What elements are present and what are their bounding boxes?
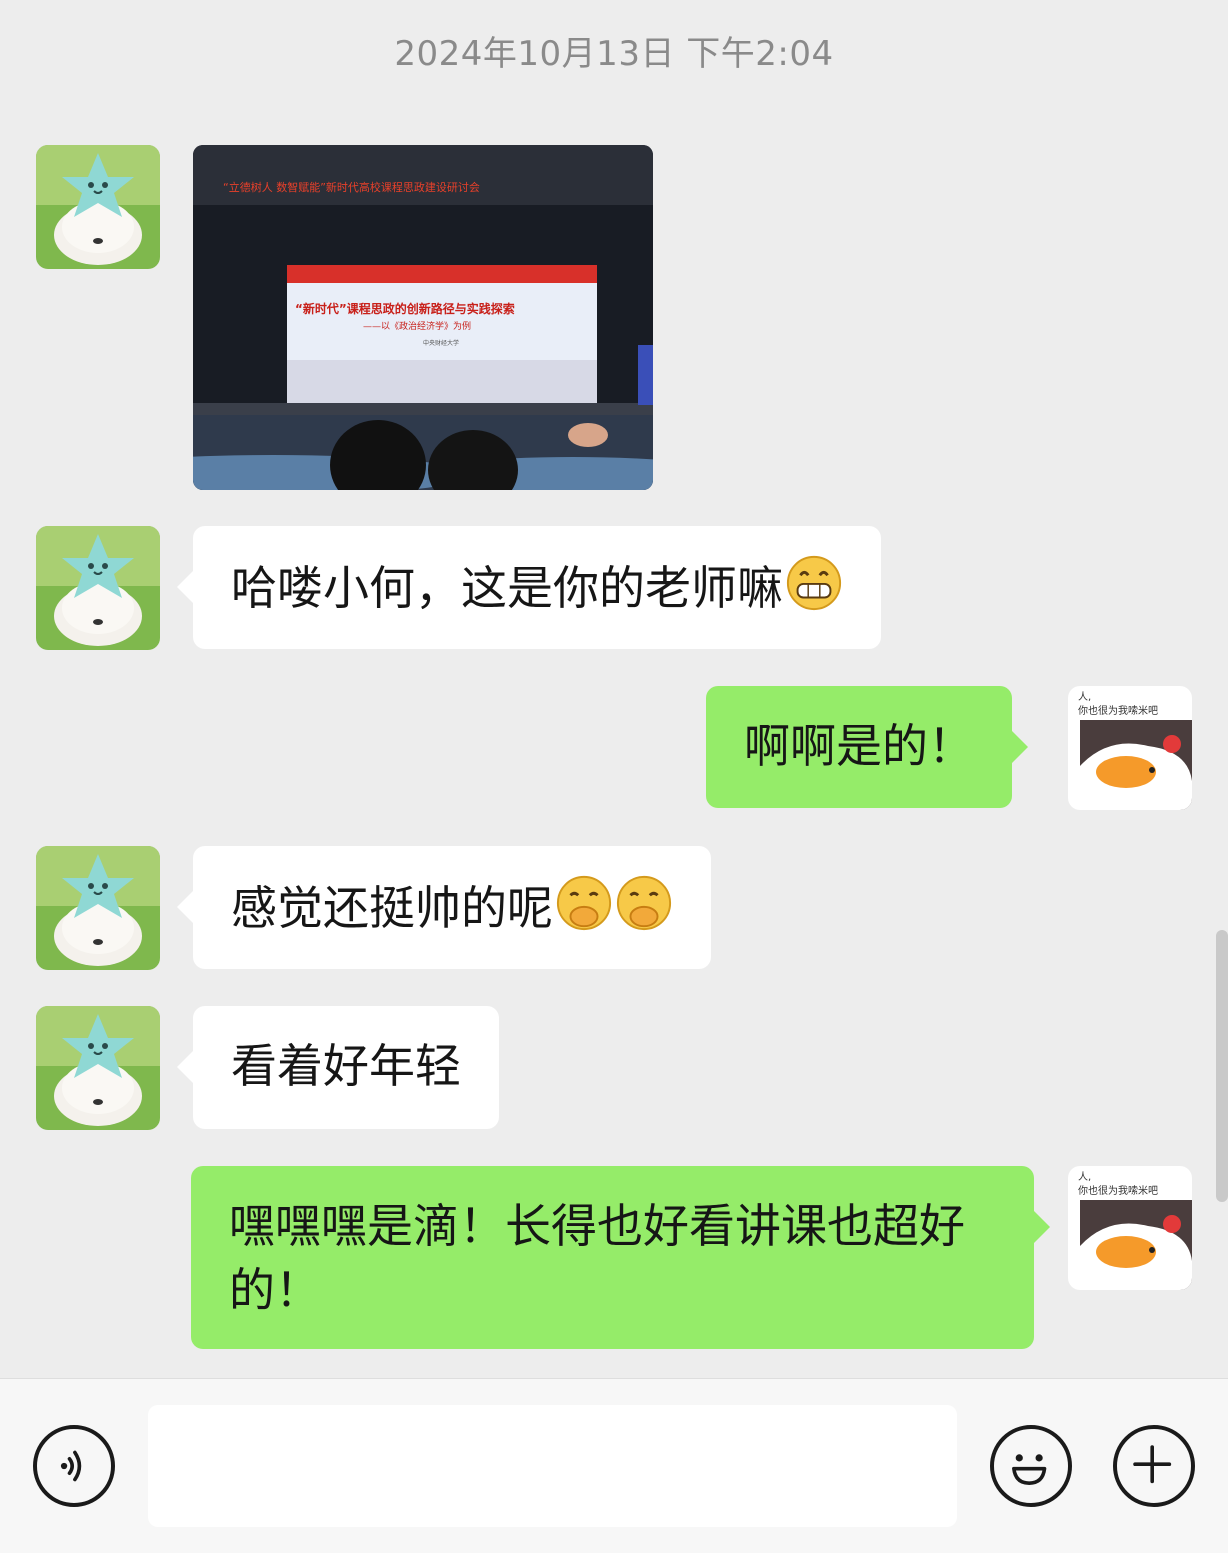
message-text: 哈喽小何，这是你的老师嘛 xyxy=(231,561,783,615)
chat-timestamp: 2024年10月13日 下午2:04 xyxy=(394,34,834,74)
message-text: 感觉还挺帅的呢 xyxy=(231,881,553,935)
message-bubble-incoming[interactable]: 哈喽小何，这是你的老师嘛 xyxy=(177,526,881,649)
scrollbar[interactable] xyxy=(1216,930,1228,1202)
message-text: 啊啊是的！ xyxy=(744,719,974,773)
voice-icon xyxy=(60,1450,82,1482)
contact-avatar[interactable] xyxy=(36,145,160,269)
smiley-icon xyxy=(1012,1454,1047,1485)
svg-text:你也很为我嗦米吧: 你也很为我嗦米吧 xyxy=(1078,1184,1158,1197)
svg-text:人,: 人, xyxy=(1078,691,1091,703)
screen-title: “新时代”课程思政的创新路径与实践探索 xyxy=(295,301,515,316)
svg-text:人,: 人, xyxy=(1078,1171,1091,1183)
banner-text: “立德树人 数智赋能”新时代高校课程思政建设研讨会 xyxy=(223,180,480,194)
message-bubble-outgoing[interactable]: 嘿嘿嘿是滴！长得也好看讲课也超好的！ xyxy=(191,1166,1050,1349)
contact-avatar[interactable] xyxy=(36,1006,160,1130)
shush-icon xyxy=(556,875,612,931)
contact-avatar[interactable] xyxy=(36,526,160,650)
screen-org: 中央财经大学 xyxy=(423,339,459,347)
contact-avatar[interactable] xyxy=(36,846,160,970)
voice-button[interactable] xyxy=(33,1425,115,1507)
plus-icon xyxy=(1133,1445,1172,1484)
self-avatar[interactable]: 人, 你也很为我嗦米吧 xyxy=(1068,686,1192,810)
grin-icon xyxy=(786,555,842,611)
shush-icon xyxy=(616,875,672,931)
add-button[interactable] xyxy=(1113,1425,1195,1507)
message-input[interactable] xyxy=(148,1405,957,1527)
message-bubble-incoming[interactable]: 看着好年轻 xyxy=(177,1006,499,1129)
screen-subtitle: ——以《政治经济学》为例 xyxy=(363,320,471,332)
message-bubble-outgoing[interactable]: 啊啊是的！ xyxy=(706,686,1028,808)
self-avatar[interactable]: 人, 你也很为我嗦米吧 xyxy=(1068,1166,1192,1290)
input-bar xyxy=(0,1378,1228,1553)
emoji-button[interactable] xyxy=(990,1425,1072,1507)
message-bubble-incoming[interactable]: 感觉还挺帅的呢 xyxy=(177,846,711,969)
message-text: 嘿嘿嘿是滴！长得也好看讲课也超好的！ xyxy=(229,1199,965,1317)
shared-photo[interactable]: “立德树人 数智赋能”新时代高校课程思政建设研讨会 “新时代”课程思政的创新路径… xyxy=(193,145,653,490)
message-text: 看着好年轻 xyxy=(231,1039,461,1093)
svg-text:你也很为我嗦米吧: 你也很为我嗦米吧 xyxy=(1078,704,1158,717)
